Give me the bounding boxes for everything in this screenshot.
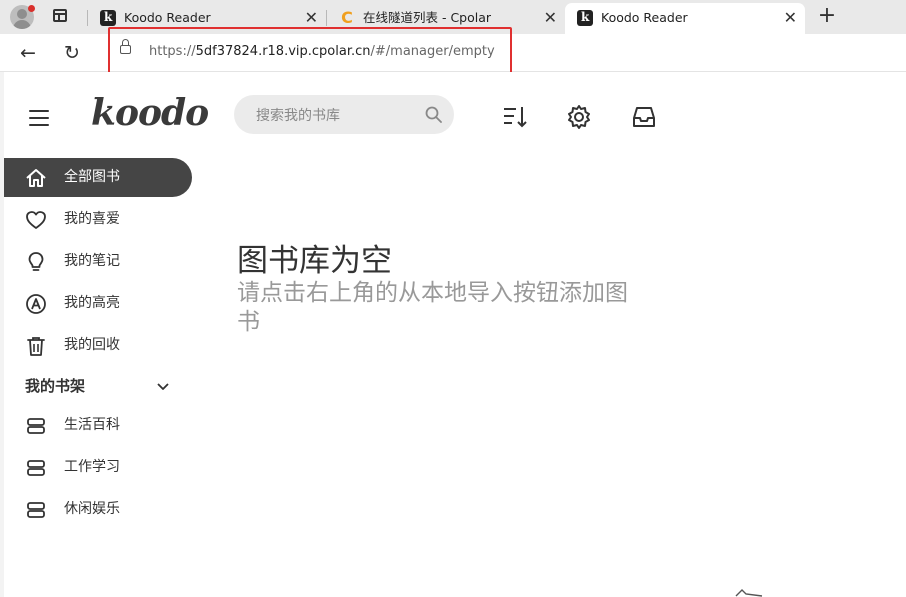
sidebar-item-label: 全部图书 <box>64 169 120 185</box>
lightbulb-icon <box>28 252 44 271</box>
shelf-icon <box>27 502 45 518</box>
search-icon[interactable] <box>425 106 442 123</box>
browser-tab-koodo-active[interactable]: Koodo Reader ✕ <box>565 3 805 34</box>
shelf-icon <box>27 460 45 476</box>
koodo-app: koodo 全部图书 我的喜爱 <box>4 72 906 597</box>
sidebar-item-favorites[interactable]: 我的喜爱 <box>4 200 192 239</box>
sidebar-item-notes[interactable]: 我的笔记 <box>4 242 192 281</box>
tab-title: Koodo Reader <box>124 10 211 25</box>
close-tab-icon[interactable]: ✕ <box>784 3 797 32</box>
tab-title: 在线隧道列表 - Cpolar <box>363 10 492 25</box>
sidebar-item-label: 我的笔记 <box>64 253 120 269</box>
notification-dot <box>28 5 35 12</box>
sidebar-shelf-work[interactable]: 工作学习 <box>4 448 192 487</box>
empty-library-hint: 请点击右上角的从本地导入按钮添加图书 <box>237 280 628 335</box>
tab-title: Koodo Reader <box>601 10 688 25</box>
home-icon <box>26 169 46 187</box>
search-box[interactable] <box>234 95 454 136</box>
reload-button[interactable]: ↻ <box>57 38 87 68</box>
sidebar-item-label: 我的喜爱 <box>64 211 120 227</box>
shelf-section-title[interactable]: 我的书架 <box>25 375 85 396</box>
app-logo: koodo <box>91 92 209 134</box>
heart-icon <box>26 211 46 229</box>
trash-icon <box>27 337 45 356</box>
sidebar-item-all-books[interactable]: 全部图书 <box>4 158 192 197</box>
chevron-down-icon[interactable] <box>155 378 171 394</box>
sort-icon[interactable] <box>502 104 528 130</box>
sidebar-shelf-life[interactable]: 生活百科 <box>4 406 192 445</box>
shelf-label: 生活百科 <box>64 417 120 433</box>
koodo-favicon-icon <box>577 3 593 32</box>
back-button[interactable]: ← <box>13 38 43 68</box>
shelf-label: 工作学习 <box>64 459 120 475</box>
highlight-icon <box>26 294 46 314</box>
shelf-label: 休闲娱乐 <box>64 501 120 517</box>
inbox-import-icon[interactable] <box>631 104 657 130</box>
close-tab-icon[interactable]: ✕ <box>544 3 557 32</box>
cpolar-favicon-icon: C <box>341 8 353 27</box>
koodo-favicon-icon <box>100 3 116 32</box>
sidebar-item-label: 我的高亮 <box>64 295 120 311</box>
empty-library-title: 图书库为空 <box>237 243 392 279</box>
tab-actions-icon[interactable] <box>53 9 67 22</box>
menu-icon[interactable] <box>29 110 49 126</box>
search-input[interactable] <box>254 95 418 136</box>
shelf-icon <box>27 418 45 434</box>
sidebar-item-highlights[interactable]: 我的高亮 <box>4 284 192 323</box>
sidebar-shelf-leisure[interactable]: 休闲娱乐 <box>4 490 192 529</box>
settings-gear-icon[interactable] <box>566 104 592 130</box>
sidebar-item-label: 我的回收 <box>64 337 120 353</box>
decorative-mark <box>735 589 763 597</box>
sidebar-item-trash[interactable]: 我的回收 <box>4 326 192 365</box>
new-tab-button[interactable]: + <box>817 3 837 31</box>
